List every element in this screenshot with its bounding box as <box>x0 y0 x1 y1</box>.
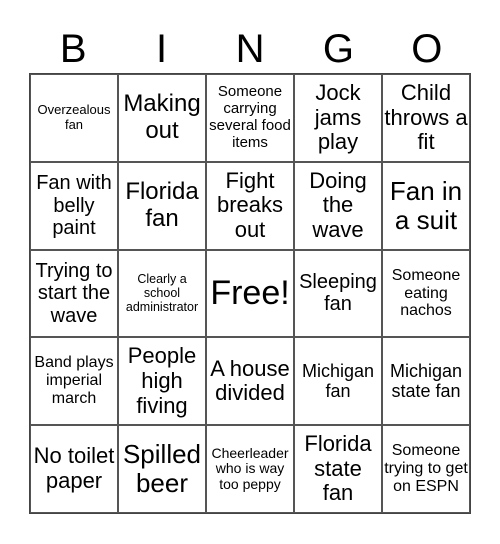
bingo-cell[interactable]: Fan with belly paint <box>30 161 118 250</box>
bingo-cell[interactable]: Jock jams play <box>294 74 382 162</box>
bingo-cell[interactable]: Child throws a fit <box>382 74 470 162</box>
bingo-cell[interactable]: Sleeping fan <box>294 249 382 338</box>
header-letter-o: O <box>411 27 443 71</box>
bingo-cell[interactable]: Spilled beer <box>118 425 206 513</box>
bingo-cell[interactable]: Clearly a school administrator <box>118 249 206 338</box>
header-letter-i: I <box>156 27 168 71</box>
bingo-cell[interactable]: Someone eating nachos <box>382 249 470 338</box>
bingo-cell[interactable]: Trying to start the wave <box>30 249 118 338</box>
header-letter-b: B <box>59 27 87 71</box>
free-space[interactable]: Free! <box>206 249 294 338</box>
bingo-cell[interactable]: Making out <box>118 74 206 162</box>
bingo-cell[interactable]: Michigan state fan <box>382 337 470 426</box>
bingo-cell[interactable]: Florida state fan <box>294 425 382 513</box>
bingo-cell[interactable]: Fight breaks out <box>206 161 294 250</box>
header-letter-n: N <box>235 27 265 71</box>
bingo-cell[interactable]: Fan in a suit <box>382 161 470 250</box>
bingo-cell[interactable]: Band plays imperial march <box>30 337 118 426</box>
bingo-cell[interactable]: Doing the wave <box>294 161 382 250</box>
bingo-cell[interactable]: Someone carrying several food items <box>206 74 294 162</box>
bingo-header: B I N G O <box>29 26 471 72</box>
bingo-cell[interactable]: A house divided <box>206 337 294 426</box>
bingo-cell[interactable]: Michigan fan <box>294 337 382 426</box>
header-letter-g: G <box>322 27 354 71</box>
bingo-grid: Overzealous fan Making out Someone carry… <box>29 73 471 514</box>
bingo-cell[interactable]: Someone trying to get on ESPN <box>382 425 470 513</box>
bingo-cell[interactable]: Cheerleader who is way too peppy <box>206 425 294 513</box>
bingo-cell[interactable]: No toilet paper <box>30 425 118 513</box>
bingo-cell[interactable]: Overzealous fan <box>30 74 118 162</box>
bingo-cell[interactable]: People high fiving <box>118 337 206 426</box>
bingo-cell[interactable]: Florida fan <box>118 161 206 250</box>
